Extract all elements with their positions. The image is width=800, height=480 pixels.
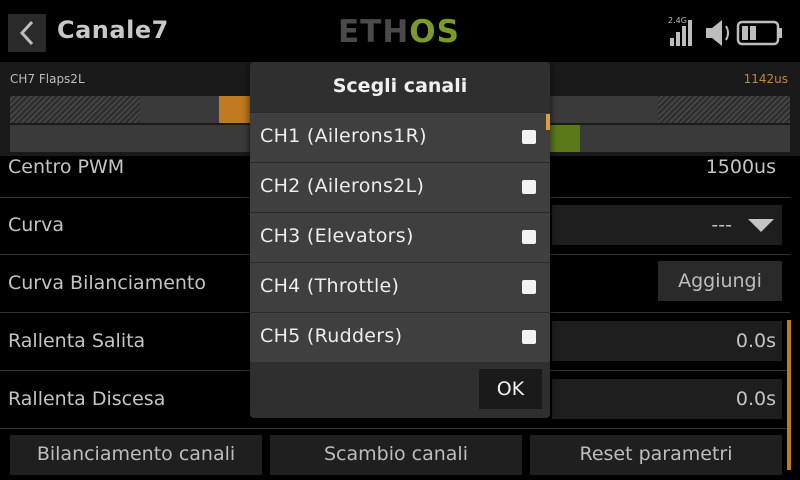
channel-option-ch1[interactable]: CH1 (Ailerons1R) xyxy=(250,112,550,162)
header-bar: Canale7 ETHOS 2.4G xyxy=(0,0,800,62)
checkbox[interactable] xyxy=(522,180,536,194)
dialog-scrollbar[interactable] xyxy=(546,114,550,130)
checkbox[interactable] xyxy=(522,130,536,144)
row-label: Curva Bilanciamento xyxy=(8,272,207,294)
rf-band-label: 2.4G xyxy=(668,16,687,25)
back-button[interactable] xyxy=(8,14,46,52)
channel-option-label: CH2 (Ailerons2L) xyxy=(260,175,425,197)
ethos-logo: ETHOS xyxy=(338,14,460,50)
channel-option-label: CH4 (Throttle) xyxy=(260,275,400,297)
row-label: Curva xyxy=(8,214,65,236)
chevron-down-icon xyxy=(748,219,774,232)
channel-option-ch3[interactable]: CH3 (Elevators) xyxy=(250,212,550,262)
channel-list: CH1 (Ailerons1R) CH2 (Ailerons2L) CH3 (E… xyxy=(250,112,550,362)
pwm-center-value[interactable]: 1500us xyxy=(706,156,776,178)
row-label: Centro PWM xyxy=(8,156,125,178)
checkbox[interactable] xyxy=(522,330,536,344)
limit-hatch-right xyxy=(658,96,790,123)
channel-monitor-value: 1142us xyxy=(743,72,788,86)
channel-option-label: CH3 (Elevators) xyxy=(260,225,414,247)
channel-swap-button[interactable]: Scambio canali xyxy=(270,435,522,475)
add-balance-curve-button[interactable]: Aggiungi xyxy=(658,261,782,301)
battery-icon xyxy=(736,20,782,46)
ok-button[interactable]: OK xyxy=(479,369,542,409)
row-label: Rallenta Discesa xyxy=(8,388,166,410)
limit-hatch-left xyxy=(10,96,140,123)
channel-option-ch5[interactable]: CH5 (Rudders) xyxy=(250,312,550,362)
chevron-left-icon xyxy=(19,20,34,46)
choose-channels-dialog: Scegli canali CH1 (Ailerons1R) CH2 (Aile… xyxy=(250,62,550,418)
checkbox[interactable] xyxy=(522,280,536,294)
channel-monitor-label: CH7 Flaps2L xyxy=(10,72,85,86)
channel-option-label: CH5 (Rudders) xyxy=(260,325,403,347)
status-area: 2.4G xyxy=(668,14,792,50)
slow-down-value: 0.0s xyxy=(735,388,776,410)
checkbox[interactable] xyxy=(522,230,536,244)
row-label: Rallenta Salita xyxy=(8,330,146,352)
scrollbar[interactable] xyxy=(787,320,791,470)
curve-dropdown[interactable]: --- xyxy=(552,205,782,245)
speaker-icon xyxy=(706,20,729,46)
slow-up-value: 0.0s xyxy=(735,330,776,352)
channel-option-ch2[interactable]: CH2 (Ailerons2L) xyxy=(250,162,550,212)
channel-option-ch4[interactable]: CH4 (Throttle) xyxy=(250,262,550,312)
dialog-title: Scegli canali xyxy=(332,75,468,97)
page-title: Canale7 xyxy=(57,16,169,44)
reset-parameters-button[interactable]: Reset parametri xyxy=(530,435,782,475)
channel-balance-button[interactable]: Bilanciamento canali xyxy=(10,435,262,475)
curve-value: --- xyxy=(711,214,732,236)
channel-option-label: CH1 (Ailerons1R) xyxy=(260,125,427,147)
